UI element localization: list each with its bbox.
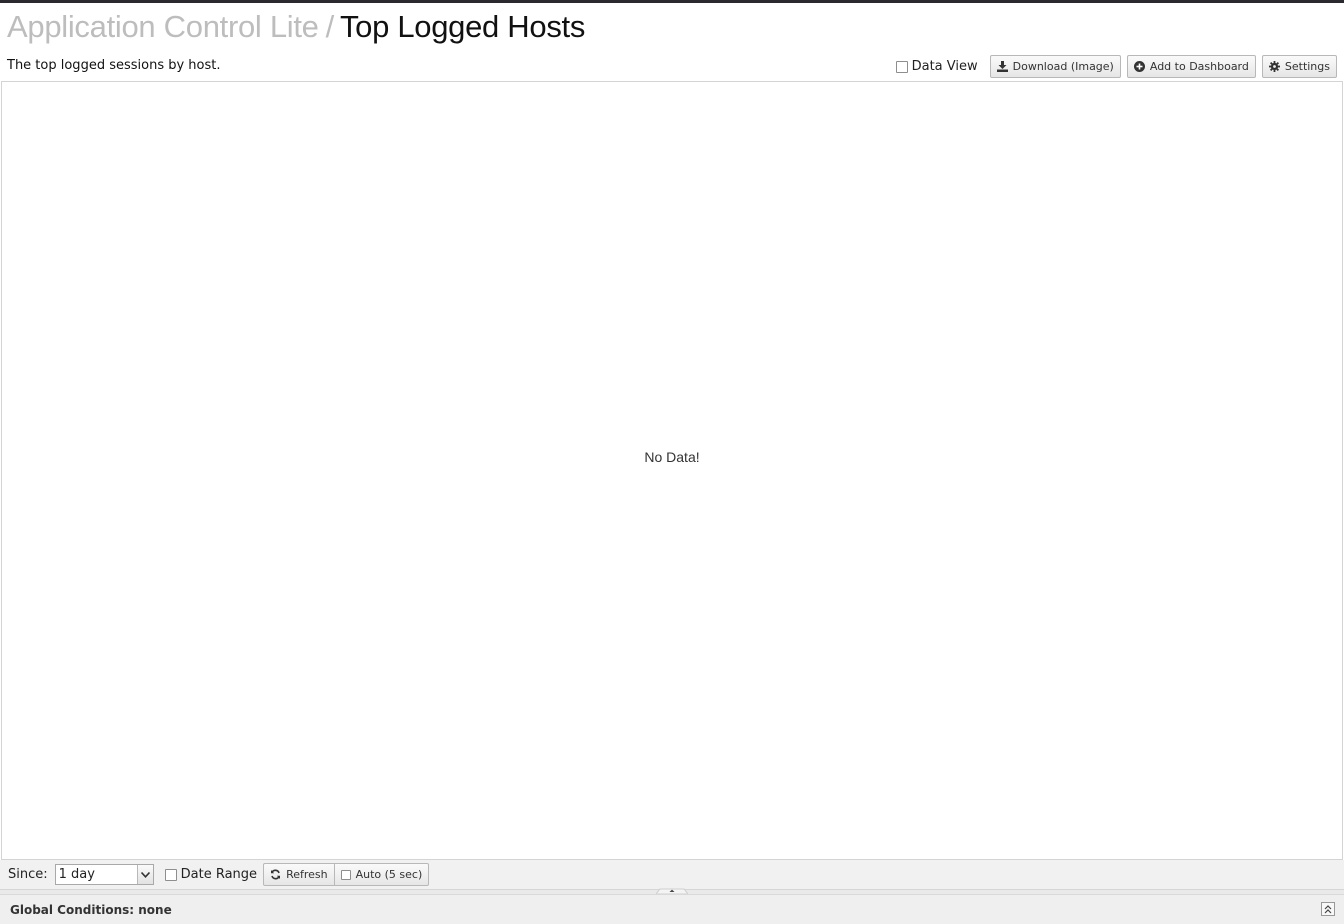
download-icon <box>996 61 1008 72</box>
auto-refresh-checkbox[interactable] <box>340 869 351 880</box>
download-image-button[interactable]: Download (Image) <box>989 55 1121 78</box>
auto-refresh-label: Auto (5 sec) <box>355 868 423 881</box>
date-range-checkbox[interactable] <box>164 868 177 881</box>
refresh-icon <box>271 869 281 880</box>
plus-circle-icon <box>1133 61 1145 72</box>
no-data-message: No Data! <box>644 449 700 465</box>
auto-refresh-toggle[interactable]: Auto (5 sec) <box>334 863 430 886</box>
refresh-controls: Refresh Auto (5 sec) <box>263 863 430 886</box>
since-value: 1 day <box>58 867 95 882</box>
data-view-label: Data View <box>911 59 978 74</box>
breadcrumb-app-name[interactable]: Application Control Lite <box>7 9 319 44</box>
settings-label: Settings <box>1284 60 1330 73</box>
double-chevron-up-icon <box>1324 904 1332 913</box>
date-range-toggle[interactable]: Date Range <box>164 867 258 882</box>
refresh-button[interactable]: Refresh <box>263 863 335 886</box>
settings-button[interactable]: Settings <box>1261 55 1337 78</box>
report-title: Top Logged Hosts <box>339 9 586 44</box>
expand-conditions-button[interactable] <box>1321 902 1335 916</box>
data-view-toggle[interactable]: Data View <box>895 59 978 74</box>
report-description: The top logged sessions by host. <box>7 58 221 73</box>
page-title: Application Control Lite / Top Logged Host… <box>7 9 585 45</box>
gear-icon <box>1268 61 1280 72</box>
global-conditions-label: Global Conditions: none <box>10 902 172 917</box>
since-select[interactable]: 1 day <box>54 864 154 885</box>
date-range-label: Date Range <box>180 867 258 882</box>
data-view-checkbox[interactable] <box>895 60 908 73</box>
chevron-down-icon <box>140 871 150 878</box>
since-label: Since: <box>8 867 48 882</box>
time-toolbar: Since: 1 day Date Range Refresh Auto (5 … <box>0 860 1344 889</box>
breadcrumb-separator: / <box>325 9 335 44</box>
global-conditions-bar: Global Conditions: none <box>0 894 1344 924</box>
since-dropdown-trigger[interactable] <box>136 865 153 884</box>
download-image-label: Download (Image) <box>1012 60 1114 73</box>
chart-area: No Data! <box>1 81 1343 860</box>
add-to-dashboard-button[interactable]: Add to Dashboard <box>1126 55 1256 78</box>
add-to-dashboard-label: Add to Dashboard <box>1149 60 1249 73</box>
report-actions: Data View Download (Image) Add to Dashbo… <box>895 55 1337 78</box>
report-header: Application Control Lite / Top Logged Host… <box>0 3 1344 82</box>
refresh-label: Refresh <box>286 868 328 881</box>
